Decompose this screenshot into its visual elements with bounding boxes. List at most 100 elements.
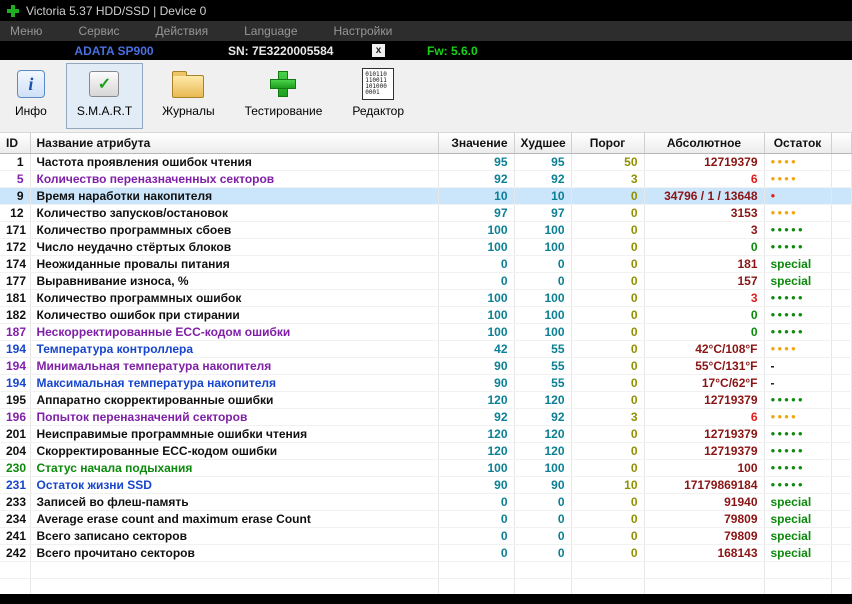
cell-absolute: 55°C/131°F xyxy=(644,358,764,375)
cell-absolute: 91940 xyxy=(644,494,764,511)
cell-value: 0 xyxy=(438,511,514,528)
cell-absolute: 181 xyxy=(644,256,764,273)
cell-filler xyxy=(831,188,852,205)
cell-filler xyxy=(831,154,852,171)
cell-id: 174 xyxy=(0,256,30,273)
table-row[interactable]: 194Максимальная температура накопителя90… xyxy=(0,375,852,392)
cell-absolute: 6 xyxy=(644,171,764,188)
column-header-value[interactable]: Значение xyxy=(438,133,514,154)
table-row[interactable]: 201Неисправимые программные ошибки чтени… xyxy=(0,426,852,443)
table-row[interactable]: 9Время наработки накопителя1010034796 / … xyxy=(0,188,852,205)
cell-attribute-name: Всего прочитано секторов xyxy=(30,545,438,562)
editor-button[interactable]: 010110 110011 101000 0001 Редактор xyxy=(341,63,415,129)
cell-worst: 0 xyxy=(514,545,571,562)
table-row[interactable]: 242Всего прочитано секторов000168143spec… xyxy=(0,545,852,562)
table-row[interactable]: 231Остаток жизни SSD90901017179869184●●●… xyxy=(0,477,852,494)
table-row[interactable]: 230Статус начала подыхания1001000100●●●●… xyxy=(0,460,852,477)
info-button[interactable]: i Инфо xyxy=(4,63,58,129)
cell-health: ●●●●● xyxy=(764,290,831,307)
cell-worst: 0 xyxy=(514,528,571,545)
table-row[interactable]: 182Количество ошибок при стирании1001000… xyxy=(0,307,852,324)
cell-attribute-name: Статус начала подыхания xyxy=(30,460,438,477)
table-row[interactable]: 241Всего записано секторов00079809specia… xyxy=(0,528,852,545)
menu-item-settings[interactable]: Настройки xyxy=(324,24,419,38)
cell-value: 100 xyxy=(438,290,514,307)
close-icon[interactable]: x xyxy=(372,44,385,57)
table-row[interactable]: 1Частота проявления ошибок чтения9595501… xyxy=(0,154,852,171)
device-serial: SN: 7E3220005584 xyxy=(228,44,368,58)
cell-worst: 0 xyxy=(514,256,571,273)
cell-absolute: 3 xyxy=(644,290,764,307)
cell-filler xyxy=(831,443,852,460)
table-row[interactable]: 171Количество программных сбоев10010003●… xyxy=(0,222,852,239)
cell-absolute: 17°C/62°F xyxy=(644,375,764,392)
cell-threshold: 0 xyxy=(571,205,644,222)
column-header-name[interactable]: Название атрибута xyxy=(30,133,438,154)
cell-threshold: 0 xyxy=(571,392,644,409)
menu-item-menu[interactable]: Меню xyxy=(0,24,68,38)
cell-attribute-name: Скорректированные ECC-кодом ошибки xyxy=(30,443,438,460)
cell-filler xyxy=(831,307,852,324)
journals-button[interactable]: Журналы xyxy=(151,63,225,129)
journals-button-label: Журналы xyxy=(162,104,214,118)
cell-health: ●●●●● xyxy=(764,239,831,256)
table-row[interactable]: 233Записей во флеш-память00091940special xyxy=(0,494,852,511)
cell-filler xyxy=(831,545,852,562)
cell-value: 0 xyxy=(438,494,514,511)
cell-threshold: 0 xyxy=(571,324,644,341)
device-model[interactable]: ADATA SP900 xyxy=(0,44,228,58)
menu-item-language[interactable]: Language xyxy=(234,24,323,38)
menu-item-service[interactable]: Сервис xyxy=(68,24,145,38)
cell-attribute-name: Температура контроллера xyxy=(30,341,438,358)
cell-attribute-name: Аппаратно скорректированные ошибки xyxy=(30,392,438,409)
cell-absolute: 42°C/108°F xyxy=(644,341,764,358)
column-header-worst[interactable]: Худшее xyxy=(514,133,571,154)
cell-threshold: 0 xyxy=(571,307,644,324)
cell-attribute-name: Количество переназначенных секторов xyxy=(30,171,438,188)
table-row[interactable]: 234Average erase count and maximum erase… xyxy=(0,511,852,528)
table-row[interactable]: 204Скорректированные ECC-кодом ошибки120… xyxy=(0,443,852,460)
empty-cell xyxy=(764,562,831,579)
testing-button[interactable]: Тестирование xyxy=(234,63,334,129)
table-row[interactable]: 172Число неудачно стёртых блоков10010000… xyxy=(0,239,852,256)
cell-filler xyxy=(831,222,852,239)
column-header-absolute[interactable]: Абсолютное xyxy=(644,133,764,154)
cell-id: 241 xyxy=(0,528,30,545)
cell-value: 100 xyxy=(438,307,514,324)
cell-value: 90 xyxy=(438,477,514,494)
table-row[interactable]: 194Минимальная температура накопителя905… xyxy=(0,358,852,375)
table-row[interactable]: 5Количество переназначенных секторов9292… xyxy=(0,171,852,188)
table-row[interactable]: 195Аппаратно скорректированные ошибки120… xyxy=(0,392,852,409)
column-header-id[interactable]: ID xyxy=(0,133,30,154)
cell-value: 90 xyxy=(438,358,514,375)
column-header-filler xyxy=(831,133,852,154)
table-row[interactable]: 194Температура контроллера4255042°C/108°… xyxy=(0,341,852,358)
smart-button[interactable]: ✓ S.M.A.R.T xyxy=(66,63,143,129)
cell-worst: 92 xyxy=(514,409,571,426)
empty-cell xyxy=(831,579,852,595)
cell-health: special xyxy=(764,545,831,562)
column-header-threshold[interactable]: Порог xyxy=(571,133,644,154)
table-row[interactable]: 177Выравнивание износа, %000157special xyxy=(0,273,852,290)
smart-icon: ✓ xyxy=(89,67,119,101)
table-row[interactable]: 196Попыток переназначений секторов929236… xyxy=(0,409,852,426)
table-row[interactable]: 174Неожиданные провалы питания000181spec… xyxy=(0,256,852,273)
cell-threshold: 0 xyxy=(571,188,644,205)
binary-line: 0001 xyxy=(365,90,379,96)
cell-threshold: 0 xyxy=(571,222,644,239)
table-row[interactable]: 12Количество запусков/остановок979703153… xyxy=(0,205,852,222)
cell-worst: 0 xyxy=(514,273,571,290)
cell-value: 90 xyxy=(438,375,514,392)
cell-filler xyxy=(831,511,852,528)
menu-item-actions[interactable]: Действия xyxy=(146,24,235,38)
cell-absolute: 157 xyxy=(644,273,764,290)
cell-id: 171 xyxy=(0,222,30,239)
cell-filler xyxy=(831,477,852,494)
menu-bar: Меню Сервис Действия Language Настройки xyxy=(0,21,852,41)
smart-check-glyph: ✓ xyxy=(89,71,119,97)
cell-attribute-name: Количество программных сбоев xyxy=(30,222,438,239)
table-row[interactable]: 181Количество программных ошибок10010003… xyxy=(0,290,852,307)
column-header-health[interactable]: Остаток xyxy=(764,133,831,154)
table-row[interactable]: 187Нескорректированные ECC-кодом ошибки1… xyxy=(0,324,852,341)
cell-attribute-name: Максимальная температура накопителя xyxy=(30,375,438,392)
